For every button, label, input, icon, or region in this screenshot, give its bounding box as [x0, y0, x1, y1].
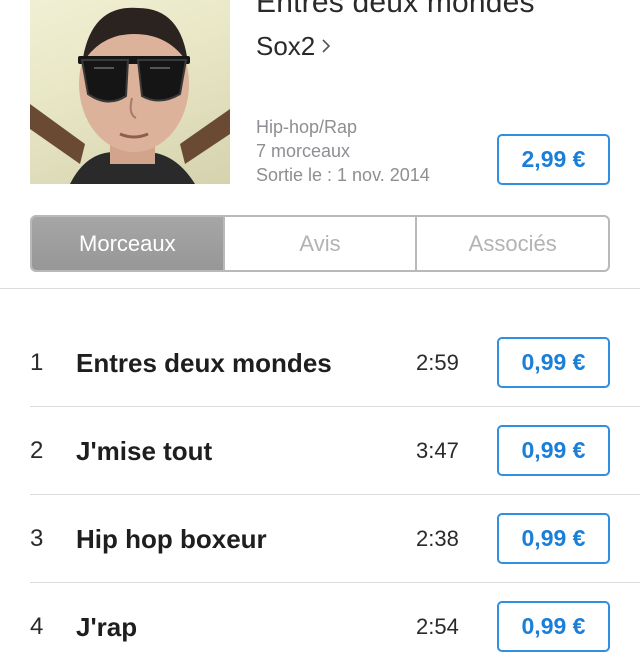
- track-duration: 2:59: [416, 350, 459, 375]
- buy-track-button[interactable]: 0,99 €: [497, 513, 610, 564]
- tab-associes[interactable]: Associés: [415, 217, 608, 270]
- section-divider: [0, 288, 640, 289]
- track-number: 1: [30, 349, 44, 376]
- track-title: J'mise tout: [76, 435, 213, 466]
- buy-track-button[interactable]: 0,99 €: [497, 601, 610, 652]
- buy-track-button[interactable]: 0,99 €: [497, 425, 610, 476]
- track-title: J'rap: [76, 611, 138, 642]
- track-row[interactable]: 2 J'mise tout 3:47 0,99 €: [30, 407, 640, 495]
- album-genre: Hip-hop/Rap: [256, 117, 358, 137]
- track-duration: 2:38: [416, 526, 459, 551]
- tab-control: Morceaux Avis Associés: [30, 215, 610, 272]
- tab-avis[interactable]: Avis: [222, 217, 416, 270]
- tab-morceaux[interactable]: Morceaux: [32, 217, 223, 270]
- track-row[interactable]: 3 Hip hop boxeur 2:38 0,99 €: [30, 495, 640, 583]
- track-row[interactable]: 1 Entres deux mondes 2:59 0,99 €: [30, 319, 640, 407]
- track-number: 4: [30, 613, 44, 640]
- album-release-date: Sortie le : 1 nov. 2014: [256, 165, 430, 185]
- album-cover-portrait: [30, 7, 230, 184]
- track-number: 2: [30, 437, 44, 464]
- album-artwork[interactable]: [30, 0, 230, 184]
- artist-link[interactable]: Sox2: [256, 30, 331, 62]
- track-title: Hip hop boxeur: [76, 523, 267, 554]
- track-title: Entres deux mondes: [76, 347, 332, 378]
- track-duration: 2:54: [416, 614, 459, 639]
- album-track-count: 7 morceaux: [256, 141, 351, 161]
- track-row[interactable]: 4 J'rap 2:54 0,99 €: [30, 583, 640, 671]
- album-title: Entres deux mondes: [256, 0, 535, 19]
- track-duration: 3:47: [416, 438, 459, 463]
- buy-track-button[interactable]: 0,99 €: [497, 337, 610, 388]
- track-number: 3: [30, 525, 44, 552]
- chevron-right-icon: [321, 38, 331, 54]
- buy-album-button[interactable]: 2,99 €: [497, 134, 610, 185]
- artist-name: Sox2: [256, 30, 316, 61]
